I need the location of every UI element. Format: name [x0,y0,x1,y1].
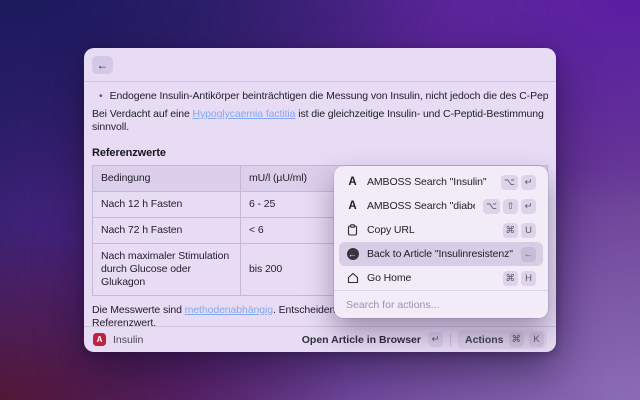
menu-item-amboss-search-diabetes[interactable]: A AMBOSS Search "diabetes" ⌥ ⇧ ↵ [339,194,543,218]
return-key-icon: ↵ [521,199,536,214]
home-icon [346,272,359,284]
footer-divider [450,334,451,346]
shift-key-icon: ⇧ [503,199,518,214]
command-key-icon: ⌘ [509,332,525,347]
window-footer: A Insulin Open Article in Browser ↵ Acti… [84,326,556,352]
u-key-icon: U [521,223,536,238]
actions-menu-items: A AMBOSS Search "Insulin" ⌥ ↵ A AMBOSS S… [334,166,548,290]
back-arrow-icon: ← [97,56,109,74]
clipboard-icon [346,224,359,236]
methodenabhaengig-link[interactable]: methodenabhängig [185,304,273,316]
hypoglycaemia-link[interactable]: Hypoglycaemia factitia [193,108,296,120]
menu-item-amboss-search-insulin[interactable]: A AMBOSS Search "Insulin" ⌥ ↵ [339,170,543,194]
return-key-icon: ↵ [428,332,443,347]
command-key-icon: ⌘ [503,223,519,238]
back-circle-icon: ← [346,248,359,260]
command-key-icon: ⌘ [503,271,519,286]
actions-button[interactable]: Actions ⌘ K [458,330,547,349]
actions-search-input[interactable] [346,299,536,311]
h-key-icon: H [521,271,536,286]
table-header-condition: Bedingung [93,166,241,192]
k-key-icon: K [529,332,544,347]
open-article-button[interactable]: Open Article in Browser [302,334,421,346]
actions-menu: A AMBOSS Search "Insulin" ⌥ ↵ A AMBOSS S… [334,166,548,318]
left-arrow-key-icon: ← [521,247,537,262]
menu-item-copy-url[interactable]: Copy URL ⌘ U [339,218,543,242]
footer-source-label: Insulin [113,334,143,346]
window-titlebar: ← [84,48,556,82]
bullet-text: Endogene Insulin-Antikörper beinträchtig… [110,90,548,103]
option-key-icon: ⌥ [483,199,500,214]
amboss-a-icon: A [346,176,359,188]
bullet-item: • Endogene Insulin-Antikörper beinträcht… [92,90,548,103]
back-button[interactable]: ← [92,56,113,74]
section-title: Referenzwerte [92,147,548,160]
menu-item-go-home[interactable]: Go Home ⌘ H [339,266,543,290]
option-key-icon: ⌥ [501,175,518,190]
amboss-a-icon: A [346,200,359,212]
paragraph-hypoglycaemia: Bei Verdacht auf eine Hypoglycaemia fact… [92,108,548,134]
menu-item-back-to-article[interactable]: ← Back to Article "Insulinresistenz" ← [339,242,543,266]
bullet-marker: • [99,90,103,103]
amboss-logo-icon: A [93,333,106,346]
actions-search-bar [334,290,548,318]
return-key-icon: ↵ [521,175,536,190]
